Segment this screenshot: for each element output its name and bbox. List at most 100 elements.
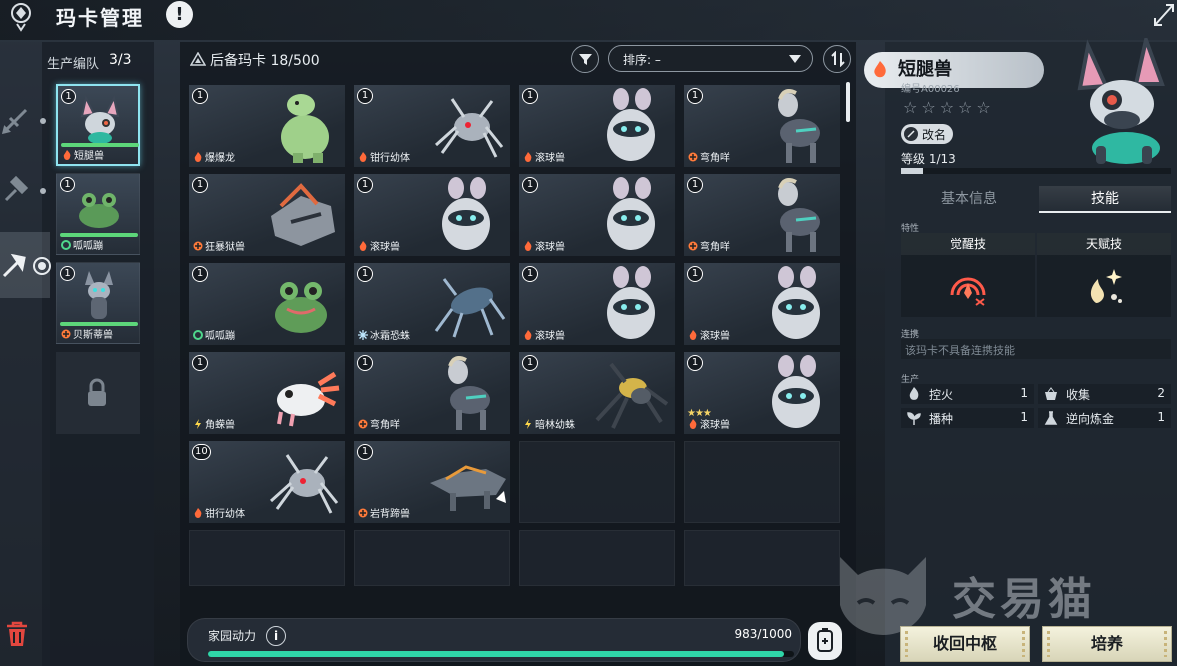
energy-label: 家园动力: [208, 629, 257, 643]
card-name: 滚球兽: [688, 416, 730, 431]
plus-icon: [688, 241, 698, 251]
maka-card[interactable]: 1 岩背蹄兽: [354, 441, 510, 523]
goat-creature-icon: [448, 356, 490, 430]
work-tool-icon[interactable]: [0, 250, 30, 280]
team-member-name: 呱呱蹦: [61, 237, 103, 252]
lizard-creature-icon: [430, 465, 506, 511]
awaken-skill-box[interactable]: 觉醒技: [901, 233, 1035, 317]
bolt-icon: [525, 419, 531, 429]
plus-icon: [61, 329, 71, 339]
recall-button[interactable]: 收回中枢: [900, 626, 1030, 662]
maka-card[interactable]: 1 滚球兽: [519, 263, 675, 345]
fire-icon: [359, 152, 367, 162]
fire-icon: [524, 152, 532, 162]
card-name: 钳行幼体: [193, 505, 245, 520]
star-rating: ☆☆☆☆☆: [903, 98, 995, 117]
sort-dropdown[interactable]: 排序: –: [608, 45, 813, 72]
empty-card-slot[interactable]: [684, 530, 840, 586]
card-level: 1: [357, 88, 373, 104]
maka-card[interactable]: 1 狂暴狱兽: [189, 174, 345, 256]
card-name: 弯角咩: [688, 238, 730, 253]
bolt-icon: [195, 419, 201, 429]
maka-card[interactable]: 1 弯角咩: [684, 174, 840, 256]
reserve-count: 18/500: [270, 53, 320, 69]
card-level: 1: [192, 177, 208, 193]
plus-icon: [358, 508, 368, 518]
snowflake-icon: [358, 330, 368, 340]
fire-icon: [194, 152, 202, 162]
work-skill-fire: 控火 1: [901, 384, 1034, 404]
grid-scrollbar[interactable]: [846, 82, 850, 122]
card-name-text: 弯角咩: [700, 153, 730, 164]
card-level: 1: [522, 177, 538, 193]
rail-radio[interactable]: [33, 257, 51, 275]
card-name: 滚球兽: [523, 149, 565, 164]
card-level: 10: [192, 444, 211, 460]
talent-skill-box[interactable]: 天赋技: [1037, 233, 1171, 317]
team-member-card[interactable]: 1 贝斯蒂兽: [56, 262, 140, 344]
trash-icon[interactable]: [4, 620, 30, 648]
empty-card-slot[interactable]: [684, 441, 840, 523]
maka-card[interactable]: 1 弯角咩: [354, 352, 510, 434]
filter-button[interactable]: [571, 45, 599, 73]
maka-card[interactable]: 1 滚球兽: [519, 85, 675, 167]
work-skill-alchemy: 逆向炼金 1: [1038, 408, 1171, 428]
maka-card[interactable]: 1 滚球兽: [354, 174, 510, 256]
team-member-card[interactable]: 1 呱呱蹦: [56, 173, 140, 255]
alert-info-icon[interactable]: !: [166, 1, 193, 28]
work-skill-value: 1: [1157, 410, 1165, 424]
work-skill-name: 逆向炼金: [1066, 412, 1115, 426]
card-level: 1: [192, 266, 208, 282]
expand-icon[interactable]: [1152, 2, 1176, 28]
fire-icon: [689, 419, 697, 429]
maka-card[interactable]: 1 呱呱蹦: [189, 263, 345, 345]
pet-name: 短腿兽: [898, 59, 952, 80]
sort-order-button[interactable]: [823, 45, 851, 73]
empty-card-slot[interactable]: [189, 530, 345, 586]
maka-card[interactable]: 1 钳行幼体: [354, 85, 510, 167]
card-level: 1: [357, 355, 373, 371]
grass-icon: [193, 330, 203, 340]
plus-icon: [688, 152, 698, 162]
team-member-name-text: 贝斯蒂兽: [73, 330, 113, 341]
maka-card[interactable]: 1 角蝾兽: [189, 352, 345, 434]
edit-icon: [904, 127, 918, 141]
card-level: 1: [357, 177, 373, 193]
maka-card[interactable]: 1 冰霜恐蛛: [354, 263, 510, 345]
energy-info-icon[interactable]: i: [266, 626, 286, 646]
rail-connector-dot: [40, 188, 46, 194]
frog-portrait-icon: [79, 193, 119, 228]
locked-slot: [56, 352, 140, 434]
maka-card[interactable]: 1 滚球兽: [519, 174, 675, 256]
card-level: 1: [522, 88, 538, 104]
maka-card[interactable]: 1 弯角咩: [684, 85, 840, 167]
plus-icon: [193, 241, 203, 251]
energy-track: [208, 651, 794, 657]
empty-card-slot[interactable]: [519, 530, 675, 586]
maka-card[interactable]: 10 钳行幼体: [189, 441, 345, 523]
sword-icon[interactable]: [0, 106, 30, 136]
sprout-icon: [907, 412, 921, 425]
team-member-level: 1: [60, 177, 75, 192]
maka-card[interactable]: 1 滚球兽: [684, 263, 840, 345]
empty-card-slot[interactable]: [519, 441, 675, 523]
tab-basic-info[interactable]: 基本信息: [901, 186, 1037, 213]
card-name: 岩背蹄兽: [358, 505, 410, 520]
card-level: 1: [357, 444, 373, 460]
rename-button[interactable]: 改名: [901, 124, 953, 144]
maka-card[interactable]: 1 爆爆龙: [189, 85, 345, 167]
train-button[interactable]: 培养: [1042, 626, 1172, 662]
card-level: 1: [687, 355, 703, 371]
maka-card[interactable]: 1 暗林幼蛛: [519, 352, 675, 434]
hammer-icon[interactable]: [0, 176, 30, 206]
empty-card-slot[interactable]: [354, 530, 510, 586]
team-member-card[interactable]: 1 短腿兽: [56, 84, 140, 166]
fire-icon: [909, 387, 919, 400]
maka-card[interactable]: 1 ★★★ 滚球兽: [684, 352, 840, 434]
tab-skills[interactable]: 技能: [1039, 186, 1171, 213]
card-name-text: 冰霜恐蛛: [370, 331, 410, 342]
card-level: 1: [687, 177, 703, 193]
work-skill-collect: 收集 2: [1038, 384, 1171, 404]
team-member-name: 短腿兽: [62, 147, 104, 162]
frog-creature-icon: [275, 282, 327, 333]
